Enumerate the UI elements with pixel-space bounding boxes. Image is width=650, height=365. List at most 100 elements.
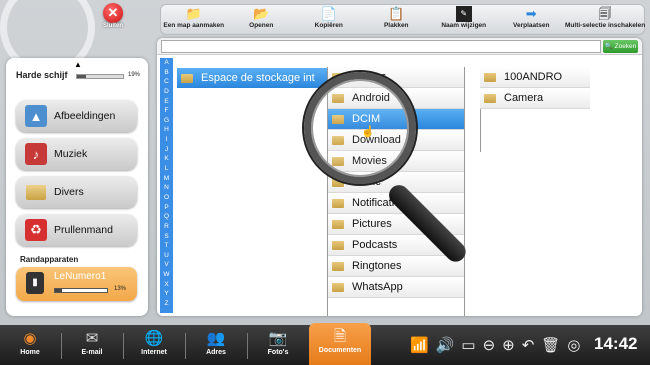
- alphabet-letter[interactable]: A: [160, 58, 173, 68]
- back-icon[interactable]: ↶: [522, 336, 535, 354]
- alphabet-letter[interactable]: L: [160, 164, 173, 174]
- battery-icon[interactable]: ▭: [461, 336, 475, 354]
- storage-progress-bar: [76, 74, 124, 79]
- new-folder-button[interactable]: 📁 Een map aanmaken: [160, 4, 228, 29]
- sidebar-item-prullenmand[interactable]: ♻ Prullenmand: [16, 214, 137, 246]
- alphabet-letter[interactable]: B: [160, 68, 173, 78]
- trash-icon[interactable]: 🗑: [541, 336, 560, 354]
- alphabet-letter[interactable]: M: [160, 174, 173, 184]
- file-browser: 🔍 Zoeken ABCDEFGHIJKLMNOPQRSTUVWXYZ Espa…: [157, 38, 642, 316]
- alphabet-index: ABCDEFGHIJKLMNOPQRSTUVWXYZ: [160, 58, 173, 313]
- nav-documenten[interactable]: 🗎 Documenten: [309, 323, 371, 365]
- close-icon: ✕: [103, 3, 123, 23]
- sidebar-item-divers[interactable]: Divers: [16, 176, 137, 208]
- alphabet-letter[interactable]: I: [160, 135, 173, 145]
- volume-icon[interactable]: 🔊: [436, 336, 455, 354]
- rename-icon: ✎: [455, 6, 472, 22]
- folder-name: Ringtones: [352, 260, 402, 272]
- folder-name: Pictures: [352, 218, 392, 230]
- search-input[interactable]: [161, 40, 601, 53]
- folder-icon: [181, 73, 193, 83]
- open-label: Openen: [249, 22, 274, 29]
- alphabet-letter[interactable]: Q: [160, 212, 173, 222]
- folder-icon: [484, 72, 496, 82]
- sidebar-item-muziek[interactable]: ♪ Muziek: [16, 138, 137, 170]
- alphabet-letter[interactable]: F: [160, 106, 173, 116]
- alphabet-letter[interactable]: Y: [160, 289, 173, 299]
- list-item[interactable]: WhatsApp: [328, 277, 464, 298]
- alphabet-letter[interactable]: Z: [160, 299, 173, 309]
- alphabet-letter[interactable]: T: [160, 241, 173, 251]
- nav-email[interactable]: ✉ E-mail: [62, 325, 122, 365]
- scroll-up-icon[interactable]: ▲: [74, 60, 82, 69]
- device-progress-bar: [54, 288, 108, 293]
- email-icon: ✉: [85, 330, 99, 347]
- copy-button[interactable]: 📄 Kopiëren: [295, 4, 363, 29]
- paste-button[interactable]: 📋 Plakken: [363, 4, 431, 29]
- move-button[interactable]: ➡ Verplaatsen: [498, 4, 566, 29]
- close-button[interactable]: ✕ Sluiten: [98, 3, 128, 29]
- alphabet-letter[interactable]: J: [160, 145, 173, 155]
- alphabet-letter[interactable]: C: [160, 77, 173, 87]
- alphabet-letter[interactable]: S: [160, 232, 173, 242]
- storage-percent: 19%: [128, 72, 141, 78]
- alphabet-letter[interactable]: O: [160, 193, 173, 203]
- nav-label: Internet: [141, 349, 167, 356]
- nav-adres[interactable]: 👥 Adres: [186, 325, 246, 365]
- multi-select-button[interactable]: 🗐 Multi-selectie inschakelen: [565, 4, 645, 29]
- zoom-in-icon[interactable]: ⊕: [502, 336, 515, 354]
- help-icon[interactable]: ◎: [567, 336, 580, 354]
- alphabet-letter[interactable]: K: [160, 154, 173, 164]
- devices-label: Randapparaten: [20, 255, 79, 264]
- sidebar-item-label: Afbeeldingen: [54, 110, 116, 122]
- sidebar-item-label: Muziek: [54, 148, 88, 160]
- search-button[interactable]: 🔍 Zoeken: [603, 40, 638, 53]
- zoom-out-icon[interactable]: ⊖: [483, 336, 496, 354]
- nav-label: Home: [20, 349, 40, 356]
- folder-name: Podcasts: [352, 239, 398, 251]
- folder-icon: [332, 219, 344, 229]
- sidebar-item-label: Prullenmand: [54, 224, 113, 236]
- list-item[interactable]: Ringtones: [328, 256, 464, 277]
- alphabet-letter[interactable]: E: [160, 97, 173, 107]
- multi-select-label: Multi-selectie inschakelen: [565, 22, 646, 29]
- device-percent: 13%: [114, 286, 127, 292]
- device-item-lenumero1[interactable]: ▮ LeNumero1 13%: [16, 267, 137, 301]
- alphabet-letter[interactable]: H: [160, 125, 173, 135]
- usb-drive-icon: ▮: [26, 272, 44, 294]
- rename-label: Naam wijzigen: [441, 22, 487, 29]
- alphabet-letter[interactable]: D: [160, 87, 173, 97]
- list-item[interactable]: Camera: [480, 88, 590, 109]
- rename-button[interactable]: ✎ Naam wijzigen: [430, 4, 498, 29]
- list-item[interactable]: 100ANDRO: [480, 67, 590, 88]
- new-folder-label: Een map aanmaken: [163, 22, 225, 29]
- sidebar-item-afbeeldingen[interactable]: ▲ Afbeeldingen: [16, 100, 137, 132]
- open-button[interactable]: 📂 Openen: [228, 4, 296, 29]
- alphabet-letter[interactable]: X: [160, 280, 173, 290]
- alphabet-letter[interactable]: G: [160, 116, 173, 126]
- device-name: LeNumero1: [54, 271, 107, 282]
- folder-icon: [332, 261, 344, 271]
- paste-label: Plakken: [383, 22, 409, 29]
- nav-fotos[interactable]: 📷 Foto's: [248, 325, 308, 365]
- folder-icon: [332, 282, 344, 292]
- status-area: 📶 🔊 ▭ ⊖ ⊕ ↶ 🗑 ◎: [410, 325, 587, 365]
- toolbar: 📁 Een map aanmaken 📂 Openen 📄 Kopiëren 📋…: [160, 4, 645, 35]
- nav-label: E-mail: [81, 349, 103, 356]
- alphabet-letter[interactable]: U: [160, 251, 173, 261]
- wifi-icon[interactable]: 📶: [410, 336, 429, 354]
- nav-home[interactable]: ◉ Home: [0, 325, 60, 365]
- alphabet-letter[interactable]: R: [160, 222, 173, 232]
- alphabet-letter[interactable]: P: [160, 203, 173, 213]
- multi-select-icon: 🗐: [598, 6, 612, 21]
- alphabet-letter[interactable]: W: [160, 270, 173, 280]
- folder-icon: [484, 93, 496, 103]
- alphabet-letter[interactable]: V: [160, 260, 173, 270]
- nav-label: Documenten: [318, 347, 362, 354]
- storage-progress-fill: [77, 75, 86, 78]
- column-subfolders: 100ANDRO Camera: [480, 67, 590, 109]
- nav-internet[interactable]: 🌐 Internet: [124, 325, 184, 365]
- list-item[interactable]: Espace de stockage int: [177, 68, 327, 88]
- alphabet-letter[interactable]: N: [160, 183, 173, 193]
- folder-icon: [332, 240, 344, 250]
